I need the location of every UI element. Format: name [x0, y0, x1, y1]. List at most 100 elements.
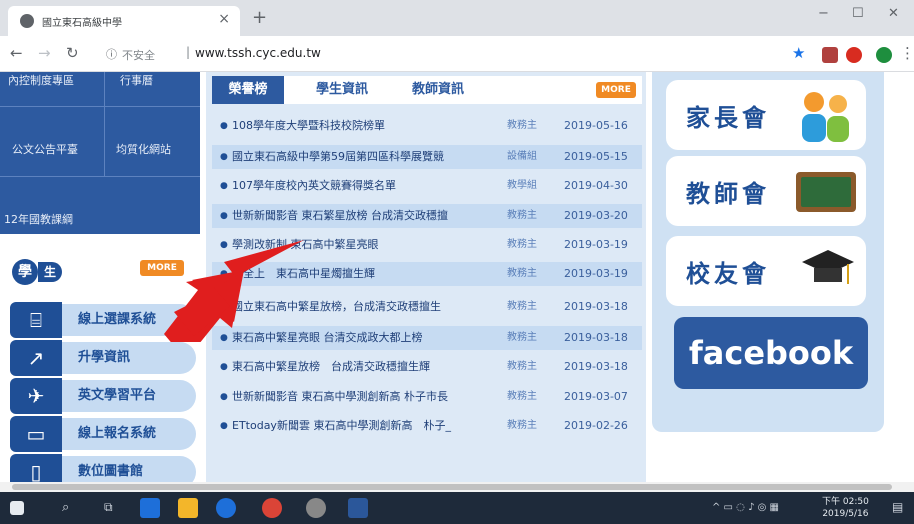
news-row[interactable]: ● 107學年度校內英文競賽得獎名單 教學組 2019-04-30 — [212, 174, 642, 198]
quick-link-document-platform[interactable]: 公文公告平臺 — [12, 141, 78, 157]
news-date: 2019-03-19 — [564, 238, 628, 251]
bullet-icon: ● — [220, 181, 228, 191]
bullet-icon: ● — [220, 211, 228, 221]
minimize-button[interactable]: − — [818, 6, 829, 21]
news-unit: 教務主 — [507, 239, 537, 250]
address-bar[interactable]: ⓘ 不安全 | www.tssh.cyc.edu.tw — [104, 42, 794, 66]
news-tabs: 榮譽榜 學生資訊 教師資訊 MORE — [212, 76, 642, 104]
alumni-association-card[interactable]: 校友會 — [666, 236, 866, 306]
news-row[interactable]: ● 108學年度大學暨科技校院榜單 教務主 2019-05-16 — [212, 114, 642, 138]
student-badge: 學 — [12, 259, 38, 285]
windows-start-icon[interactable] — [10, 501, 24, 515]
windows-taskbar: ⌕ ⧉ ^ ▭ ◌ ♪ ◎ ▦ 下午 02:50 2019/5/16 ▤ — [0, 492, 914, 524]
news-date: 2019-03-20 — [564, 209, 628, 222]
word-icon[interactable] — [348, 498, 368, 518]
student-section-label: 生專區 — [38, 262, 63, 319]
profile-avatar[interactable] — [876, 47, 892, 63]
divider — [0, 106, 200, 107]
system-item-label: 數位圖書館 — [62, 456, 196, 482]
news-unit: 教務主 — [507, 301, 537, 312]
system-item-admission-info[interactable]: ↗ 升學資訊 — [10, 340, 200, 376]
close-tab-button[interactable]: × — [218, 11, 230, 27]
browser-toolbar: ← → ↻ ⓘ 不安全 | www.tssh.cyc.edu.tw ★ ⋮ — [0, 36, 914, 72]
news-title[interactable]: 東石高中繁星放榜 台成清交政穩擅生輝 — [232, 355, 502, 379]
reload-icon[interactable]: ↻ — [66, 44, 79, 62]
news-title[interactable]: 世新新聞影音 東石高中學測創新高 朴子市長 — [232, 385, 502, 409]
news-row[interactable]: ● 世新新聞影音 東石繁星放榜 台成清交政穩擅 教務主 2019-03-20 — [212, 204, 642, 228]
close-window-button[interactable]: ✕ — [888, 6, 899, 21]
task-view-icon[interactable]: ⧉ — [104, 500, 113, 515]
extension-icon[interactable] — [822, 47, 838, 63]
maximize-button[interactable]: ☐ — [852, 6, 864, 21]
news-date: 2019-05-16 — [564, 119, 628, 132]
ie-icon[interactable] — [216, 498, 236, 518]
book-open-icon: ⌸ — [10, 302, 62, 338]
system-item-label: 英文學習平台 — [62, 380, 196, 412]
quick-link-curriculum[interactable]: 12年國教課綱 — [4, 211, 73, 227]
bullet-icon: ● — [220, 152, 228, 162]
facebook-button[interactable]: facebook — [674, 317, 868, 389]
bullet-icon: ● — [220, 392, 228, 402]
chrome-icon[interactable] — [262, 498, 282, 518]
forward-arrow-icon[interactable]: → — [38, 44, 51, 62]
system-item-digital-library[interactable]: ▯ 數位圖書館 — [10, 454, 200, 482]
news-date: 2019-02-26 — [564, 419, 628, 432]
news-title[interactable]: 107學年度校內英文競賽得獎名單 — [232, 174, 502, 198]
news-title[interactable]: 108學年度大學暨科技校院榜單 — [232, 114, 502, 138]
news-date: 2019-03-19 — [564, 267, 628, 280]
parents-association-card[interactable]: 家長會 — [666, 80, 866, 150]
trend-up-icon: ↗ — [10, 340, 62, 376]
news-unit: 設備組 — [507, 151, 537, 162]
system-item-label: 線上報名系統 — [62, 418, 196, 450]
scrollbar-thumb[interactable] — [12, 484, 892, 490]
search-icon[interactable]: ⌕ — [62, 500, 69, 515]
news-more-button[interactable]: MORE — [596, 82, 636, 98]
bookmark-star-icon[interactable]: ★ — [792, 44, 805, 62]
tab-student-info[interactable]: 學生資訊 — [316, 76, 368, 104]
news-unit: 教務主 — [507, 391, 537, 402]
menu-dots-icon[interactable]: ⋮ — [900, 44, 914, 62]
quick-link-calendar[interactable]: 行事曆 — [120, 72, 153, 88]
horizontal-scrollbar[interactable] — [0, 482, 914, 492]
news-date: 2019-04-30 — [564, 179, 628, 192]
card-label: 教師會 — [686, 179, 770, 208]
new-tab-button[interactable]: + — [252, 7, 267, 28]
url-text[interactable]: www.tssh.cyc.edu.tw — [195, 46, 321, 60]
clock-time: 下午 02:50 — [822, 497, 869, 507]
tab-honor-roll[interactable]: 榮譽榜 — [212, 76, 284, 104]
news-row[interactable]: ● 世新新聞影音 東石高中學測創新高 朴子市長 教務主 2019-03-07 — [212, 385, 642, 409]
card-label: 家長會 — [686, 103, 770, 132]
news-row[interactable]: ● 國立東石高級中學第59屆第四區科學展覽競 設備組 2019-05-15 — [212, 145, 642, 169]
system-item-english-learning[interactable]: ✈ 英文學習平台 — [10, 378, 200, 414]
clock-date: 2019/5/16 — [822, 509, 869, 519]
news-unit: 教務主 — [507, 332, 537, 343]
news-title[interactable]: 國立東石高級中學第59屆第四區科學展覽競 — [232, 145, 502, 169]
quick-link-internal-control[interactable]: 內控制度專區 — [8, 72, 74, 88]
news-unit: 教務主 — [507, 420, 537, 431]
news-row[interactable]: ● 東石高中繁星放榜 台成清交政穩擅生輝 教務主 2019-03-18 — [212, 355, 642, 379]
red-arrow-annotation — [164, 240, 304, 342]
app-icon[interactable] — [306, 498, 326, 518]
file-explorer-icon[interactable] — [178, 498, 198, 518]
tray-icons[interactable]: ^ ▭ ◌ ♪ ◎ ▦ — [712, 502, 779, 513]
notification-icon[interactable]: ▤ — [892, 500, 903, 514]
news-title[interactable]: 世新新聞影音 東石繁星放榜 台成清交政穩擅 — [232, 204, 502, 228]
news-row[interactable]: ● ETtoday新聞雲 東石高中學測創新高 朴子_ 教務主 2019-02-2… — [212, 414, 642, 438]
edge-icon[interactable] — [140, 498, 160, 518]
people-icon — [802, 92, 849, 142]
divider — [0, 176, 200, 177]
tab-title: 國立東石高級中學 — [42, 18, 122, 29]
clock[interactable]: 下午 02:50 2019/5/16 — [822, 496, 869, 520]
quick-link-equalization-site[interactable]: 均質化網站 — [116, 141, 171, 157]
back-arrow-icon[interactable]: ← — [10, 44, 23, 62]
tab-teacher-info[interactable]: 教師資訊 — [412, 76, 464, 104]
info-icon[interactable]: ⓘ — [106, 46, 117, 62]
system-item-label: 升學資訊 — [62, 342, 196, 374]
system-item-online-registration[interactable]: ▭ 線上報名系統 — [10, 416, 200, 452]
teachers-association-card[interactable]: 教師會 — [666, 156, 866, 226]
address-separator: | — [186, 45, 191, 59]
news-title[interactable]: ETtoday新聞雲 東石高中學測創新高 朴子_ — [232, 414, 502, 438]
browser-tab[interactable]: 國立東石高級中學 × — [8, 6, 240, 36]
extension-icon[interactable] — [846, 47, 862, 63]
news-date: 2019-03-07 — [564, 390, 628, 403]
